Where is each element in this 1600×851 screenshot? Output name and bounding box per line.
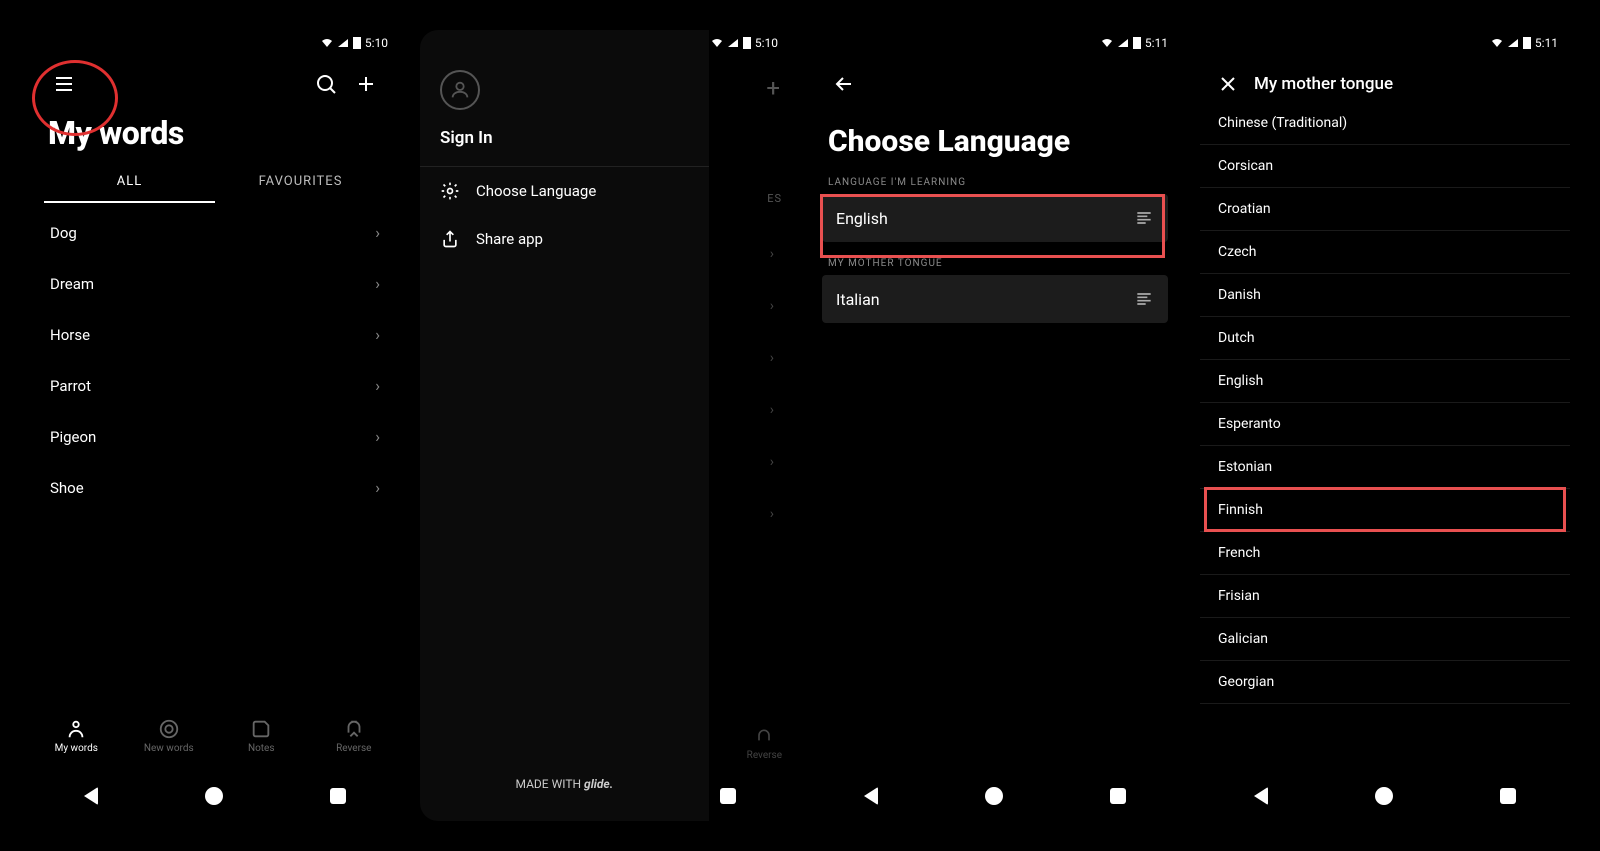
list-item[interactable]: Dream› (30, 258, 400, 309)
bottom-nav: My words New words Notes Reverse (30, 701, 400, 771)
tab-all[interactable]: ALL (44, 162, 215, 203)
recents-button[interactable] (720, 788, 736, 804)
menu-icon[interactable] (44, 64, 84, 104)
language-option[interactable]: Dutch (1200, 317, 1570, 360)
language-option[interactable]: Chinese (Traditional) (1200, 102, 1570, 145)
nav-drawer: Sign In Choose Language Share app MADE W… (420, 30, 709, 821)
list-item[interactable]: Pigeon› (30, 411, 400, 462)
sign-in-button[interactable]: Sign In (440, 128, 689, 148)
battery-icon (1133, 37, 1141, 49)
android-nav-bar (810, 771, 1180, 821)
learning-label: LANGUAGE I'M LEARNING (810, 177, 1180, 194)
nav-my-words[interactable]: My words (30, 718, 123, 754)
language-option[interactable]: Esperanto (1200, 403, 1570, 446)
back-button[interactable] (84, 787, 98, 805)
back-button[interactable] (1254, 787, 1268, 805)
status-bar: 5:11 (1200, 30, 1570, 56)
language-option[interactable]: Frisian (1200, 575, 1570, 618)
chevron-right-icon: › (375, 325, 380, 344)
signal-icon (1117, 37, 1129, 49)
language-option[interactable]: Croatian (1200, 188, 1570, 231)
language-option[interactable]: English (1200, 360, 1570, 403)
close-icon[interactable] (1216, 72, 1240, 96)
screen-language-list: 5:11 My mother tongue Chinese (Tradition… (1200, 30, 1570, 821)
screen-drawer: 5:10 + ES ›››››› Reverse Sign In (420, 30, 790, 821)
page-title: My words (30, 112, 400, 162)
tabs: ALL FAVOURITES (30, 162, 400, 203)
mother-label: MY MOTHER TONGUE (810, 258, 1180, 275)
recents-button[interactable] (1500, 788, 1516, 804)
language-list[interactable]: Chinese (Traditional)CorsicanCroatianCze… (1200, 102, 1570, 771)
wifi-icon (1491, 37, 1503, 49)
status-bar: 5:11 (810, 30, 1180, 56)
back-button[interactable] (864, 787, 878, 805)
ghost-nav-reverse: Reverse (747, 727, 782, 761)
screen-my-words: 5:10 My words ALL FAVOURITES Dog› Dream›… (30, 30, 400, 821)
clock: 5:10 (755, 36, 778, 50)
nav-notes[interactable]: Notes (215, 718, 308, 754)
drawer-share-app[interactable]: Share app (420, 215, 709, 263)
signal-icon (337, 37, 349, 49)
chevron-right-icon: › (375, 223, 380, 242)
list-item[interactable]: Horse› (30, 309, 400, 360)
tab-favourites[interactable]: FAVOURITES (215, 162, 386, 203)
list-icon (1134, 208, 1154, 228)
battery-icon (1523, 37, 1531, 49)
chevron-right-icon: › (375, 376, 380, 395)
language-option[interactable]: Danish (1200, 274, 1570, 317)
language-option[interactable]: Georgian (1200, 661, 1570, 704)
recents-button[interactable] (1110, 788, 1126, 804)
list-item[interactable]: Parrot› (30, 360, 400, 411)
mother-tongue-field[interactable]: Italian (822, 275, 1168, 323)
drawer-choose-language[interactable]: Choose Language (420, 167, 709, 215)
signal-icon (1507, 37, 1519, 49)
signal-icon (727, 37, 739, 49)
wifi-icon (711, 37, 723, 49)
battery-icon (743, 37, 751, 49)
clock: 5:11 (1535, 36, 1558, 50)
search-icon[interactable] (306, 64, 346, 104)
language-option[interactable]: French (1200, 532, 1570, 575)
list-item[interactable]: Shoe› (30, 462, 400, 513)
home-button[interactable] (1375, 787, 1393, 805)
nav-new-words[interactable]: New words (123, 718, 216, 754)
share-icon (440, 229, 460, 249)
android-nav-bar (1200, 771, 1570, 821)
learning-language-field[interactable]: English (822, 194, 1168, 242)
chevron-right-icon: › (375, 478, 380, 497)
list-item[interactable]: Dog› (30, 207, 400, 258)
status-bar: 5:10 (30, 30, 400, 56)
clock: 5:10 (365, 36, 388, 50)
add-icon[interactable] (346, 64, 386, 104)
language-option[interactable]: Czech (1200, 231, 1570, 274)
background-dimmed[interactable]: + ES ›››››› Reverse (709, 56, 790, 771)
battery-icon (353, 37, 361, 49)
gear-icon (440, 181, 460, 201)
chevron-right-icon: › (375, 274, 380, 293)
language-option[interactable]: Galician (1200, 618, 1570, 661)
android-nav-bar (30, 771, 400, 821)
home-button[interactable] (205, 787, 223, 805)
language-option[interactable]: Finnish (1200, 489, 1570, 532)
page-title: My mother tongue (1254, 74, 1393, 94)
wifi-icon (1101, 37, 1113, 49)
language-option[interactable]: Corsican (1200, 145, 1570, 188)
wifi-icon (321, 37, 333, 49)
language-option[interactable]: Estonian (1200, 446, 1570, 489)
page-title: Choose Language (810, 112, 1180, 177)
screen-choose-language: 5:11 Choose Language LANGUAGE I'M LEARNI… (810, 30, 1180, 821)
back-icon[interactable] (824, 64, 864, 104)
recents-button[interactable] (330, 788, 346, 804)
made-with-glide: MADE WITH glide. (420, 747, 709, 821)
nav-reverse[interactable]: Reverse (308, 718, 401, 754)
list-icon (1134, 289, 1154, 309)
avatar-icon[interactable] (440, 70, 480, 110)
home-button[interactable] (985, 787, 1003, 805)
word-list: Dog› Dream› Horse› Parrot› Pigeon› Shoe› (30, 203, 400, 701)
clock: 5:11 (1145, 36, 1168, 50)
ghost-tab: ES (767, 192, 782, 205)
chevron-right-icon: › (375, 427, 380, 446)
add-icon: + (766, 74, 780, 102)
